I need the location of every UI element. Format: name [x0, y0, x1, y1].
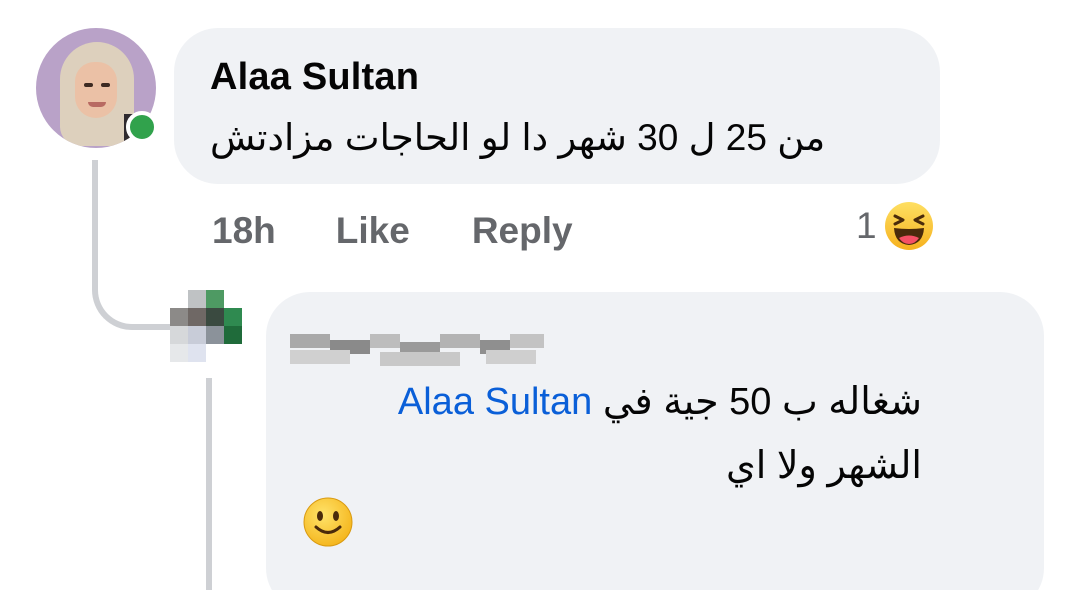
reply-bubble: شغاله ب 50 جية في Alaa Sultan الشهر ولا …: [266, 292, 1044, 590]
reply-button[interactable]: Reply: [472, 210, 573, 252]
comment-author-name[interactable]: Alaa Sultan: [210, 56, 419, 99]
reply-text: شغاله ب 50 جية في Alaa Sultan الشهر ولا …: [302, 370, 922, 498]
online-status-indicator: [126, 111, 158, 143]
comment-bubble: Alaa Sultan من 25 ل 30 شهر دا لو الحاجات…: [174, 28, 940, 184]
reply-thread-line: [206, 378, 212, 590]
comment-thread: Alaa Sultan من 25 ل 30 شهر دا لو الحاجات…: [0, 0, 1080, 590]
reply-text-end: الشهر ولا اي: [726, 445, 922, 487]
mention-link[interactable]: Alaa Sultan: [398, 381, 592, 423]
haha-emoji-icon: [884, 202, 933, 250]
comment-actions: 18h Like Reply: [212, 206, 573, 256]
reaction-summary[interactable]: 1: [856, 198, 935, 254]
like-button[interactable]: Like: [336, 210, 410, 252]
slightly-smiling-face-icon: [303, 497, 353, 547]
avatar-face: [75, 62, 117, 118]
reply-avatar[interactable]: [166, 286, 252, 362]
comment-timestamp[interactable]: 18h: [212, 210, 276, 252]
blurred-author-name: [290, 310, 544, 366]
reply-text-start: شغاله ب 50 جية في: [602, 381, 922, 423]
reaction-count: 1: [856, 205, 877, 246]
comment-text: من 25 ل 30 شهر دا لو الحاجات مزادتش: [210, 117, 826, 158]
